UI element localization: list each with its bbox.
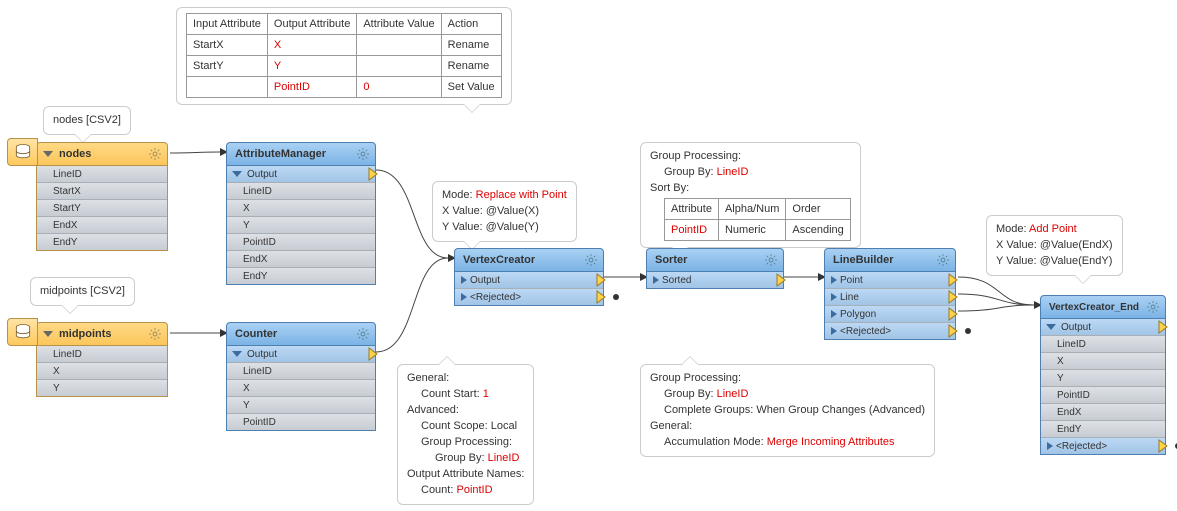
expand-icon[interactable] <box>43 151 53 157</box>
attr-row: StartX <box>37 182 167 199</box>
params-vertex-creator-end: Mode: Add Point X Value: @Value(EndX) Y … <box>986 215 1123 276</box>
attr-row: LineID <box>37 346 167 362</box>
output-port-point[interactable]: Point <box>825 272 955 288</box>
params-counter: General: Count Start: 1 Advanced: Count … <box>397 364 534 505</box>
transformer-title: AttributeManager <box>227 148 355 160</box>
port-connector-icon[interactable] <box>776 273 790 287</box>
port-connector-icon[interactable] <box>1158 320 1172 334</box>
transformer-title: VertexCreator_End <box>1041 302 1145 313</box>
attr-row: LineID <box>37 166 167 182</box>
transformer-title: Counter <box>227 328 355 340</box>
port-collapsed-icon[interactable] <box>461 276 467 284</box>
reader-label-midpoints: midpoints [CSV2] <box>30 277 135 306</box>
attr-row: Y <box>37 379 167 396</box>
gear-icon[interactable] <box>147 326 163 342</box>
attr-row: EndX <box>1041 403 1165 420</box>
attr-row: StartY <box>37 199 167 216</box>
attr-row: LineID <box>227 182 375 199</box>
params-attribute-manager: Input Attribute Output Attribute Attribu… <box>176 7 512 105</box>
gear-icon[interactable] <box>763 252 779 268</box>
attr-row: PointID <box>227 413 375 430</box>
attr-row: Y <box>227 396 375 413</box>
port-collapsed-icon[interactable] <box>461 293 467 301</box>
output-port[interactable]: Output <box>227 346 375 362</box>
transformer-line-builder[interactable]: LineBuilder Point Line Polygon <Rejected… <box>824 248 956 340</box>
gear-icon[interactable] <box>1145 299 1161 315</box>
gear-icon[interactable] <box>583 252 599 268</box>
transformer-title: Sorter <box>647 254 763 266</box>
transformer-vertex-creator[interactable]: VertexCreator Output <Rejected> <box>454 248 604 306</box>
output-port[interactable]: Output <box>227 166 375 182</box>
reader-nodes[interactable]: nodes LineID StartX StartY EndX EndY <box>36 142 168 251</box>
transformer-attribute-manager[interactable]: AttributeManager Output LineID X Y Point… <box>226 142 376 285</box>
transformer-vertex-creator-end[interactable]: VertexCreator_End Output LineID X Y Poin… <box>1040 295 1166 455</box>
rejected-port[interactable]: <Rejected> <box>825 322 955 339</box>
output-port-line[interactable]: Line <box>825 288 955 305</box>
port-connector-icon[interactable] <box>596 290 610 304</box>
transformer-title: VertexCreator <box>455 254 583 266</box>
attr-row: Y <box>1041 369 1165 386</box>
reader-title: midpoints <box>57 328 147 340</box>
attr-row: PointID <box>227 233 375 250</box>
params-line-builder: Group Processing: Group By: LineID Compl… <box>640 364 935 457</box>
transformer-counter[interactable]: Counter Output LineID X Y PointID <box>226 322 376 431</box>
output-port-polygon[interactable]: Polygon <box>825 305 955 322</box>
output-port[interactable]: Output <box>1041 319 1165 335</box>
reader-label-nodes: nodes [CSV2] <box>43 106 131 135</box>
port-connector-icon[interactable] <box>368 347 382 361</box>
attr-row: X <box>227 379 375 396</box>
gear-icon[interactable] <box>355 146 371 162</box>
port-expand-icon[interactable] <box>232 351 242 357</box>
params-vertex-creator: Mode: Replace with Point X Value: @Value… <box>432 181 577 242</box>
attr-row: X <box>227 199 375 216</box>
terminator-icon <box>613 294 619 300</box>
reader-icon <box>7 138 38 166</box>
attr-row: Y <box>227 216 375 233</box>
port-expand-icon[interactable] <box>1046 324 1056 330</box>
attr-row: EndY <box>37 233 167 250</box>
transformer-sorter[interactable]: Sorter Sorted <box>646 248 784 289</box>
attr-row: LineID <box>227 362 375 379</box>
output-port[interactable]: Output <box>455 272 603 288</box>
attr-row: EndX <box>227 250 375 267</box>
transformer-title: LineBuilder <box>825 254 935 266</box>
port-connector-icon[interactable] <box>596 273 610 287</box>
expand-icon[interactable] <box>43 331 53 337</box>
reader-midpoints[interactable]: midpoints LineID X Y <box>36 322 168 397</box>
attr-row: EndY <box>227 267 375 284</box>
gear-icon[interactable] <box>355 326 371 342</box>
attr-row: EndY <box>1041 420 1165 437</box>
port-connector-icon[interactable] <box>1158 439 1172 453</box>
port-collapsed-icon[interactable] <box>653 276 659 284</box>
attr-row: EndX <box>37 216 167 233</box>
port-connector-icon[interactable] <box>368 167 382 181</box>
port-expand-icon[interactable] <box>232 171 242 177</box>
rejected-port[interactable]: <Rejected> <box>455 288 603 305</box>
gear-icon[interactable] <box>935 252 951 268</box>
params-sorter: Group Processing: Group By: LineID Sort … <box>640 142 861 248</box>
reader-icon <box>7 318 38 346</box>
rejected-port[interactable]: <Rejected> <box>1041 437 1165 454</box>
terminator-icon <box>965 328 971 334</box>
attr-row: X <box>1041 352 1165 369</box>
reader-title: nodes <box>57 148 147 160</box>
attr-row: LineID <box>1041 335 1165 352</box>
gear-icon[interactable] <box>147 146 163 162</box>
attr-row: X <box>37 362 167 379</box>
port-collapsed-icon[interactable] <box>1047 442 1053 450</box>
attr-row: PointID <box>1041 386 1165 403</box>
output-port[interactable]: Sorted <box>647 272 783 288</box>
